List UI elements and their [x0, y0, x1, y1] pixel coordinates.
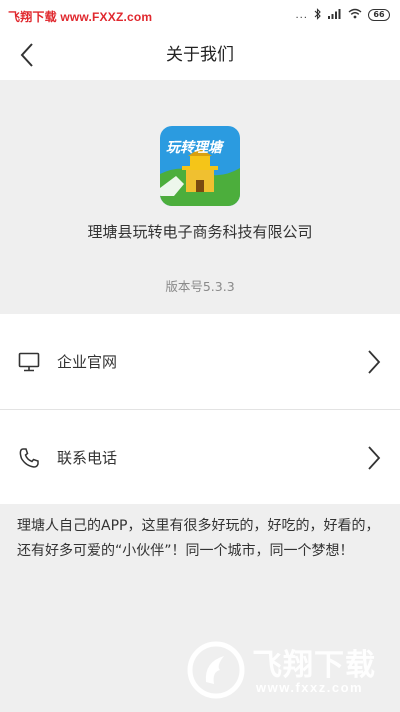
version-label: 版本号5.3.3 [165, 279, 235, 294]
menu-item-label: 企业官网 [57, 353, 118, 371]
phone-icon [19, 448, 39, 468]
menu-item-phone[interactable]: 联系电话 [0, 410, 400, 505]
chevron-right-icon [368, 350, 381, 374]
menu-item-label: 联系电话 [57, 449, 118, 467]
status-icons: ... 66 [295, 7, 390, 23]
app-description: 理塘人自己的APP，这里有很多好玩的，好吃的，好看的，还有好多可爱的“小伙伴”！… [17, 518, 380, 559]
monitor-icon [18, 352, 40, 372]
watermark-url: www.fxxz.com [256, 680, 364, 695]
notification-dots: ... [295, 9, 308, 21]
signal-icon [328, 8, 342, 22]
watermark-text: 飞翔下载 www.FXXZ.com [8, 10, 153, 24]
menu-list: 企业官网 联系电话 [0, 314, 400, 504]
chevron-right-icon [368, 446, 381, 470]
about-header: 玩转理塘 理塘县玩转电子商务科技有限公司 版本号5.3.3 [0, 80, 400, 314]
bluetooth-icon [314, 7, 322, 23]
menu-item-website[interactable]: 企业官网 [0, 314, 400, 409]
wifi-icon [348, 8, 362, 22]
watermark-logo: 飞翔下载 www.fxxz.com [186, 636, 396, 706]
nav-bar: 关于我们 [0, 30, 400, 80]
app-logo: 玩转理塘 [160, 126, 240, 206]
logo-text: 玩转理塘 [166, 139, 225, 156]
company-name: 理塘县玩转电子商务科技有限公司 [87, 223, 313, 241]
back-button[interactable] [12, 40, 42, 70]
watermark-emblem-icon [187, 641, 245, 699]
battery-icon: 66 [368, 9, 390, 21]
status-bar: 飞翔下载 www.FXXZ.com ... 66 [0, 0, 400, 30]
page-title: 关于我们 [166, 45, 234, 65]
chevron-left-icon [20, 43, 33, 67]
watermark-title: 飞翔下载 [252, 649, 376, 682]
